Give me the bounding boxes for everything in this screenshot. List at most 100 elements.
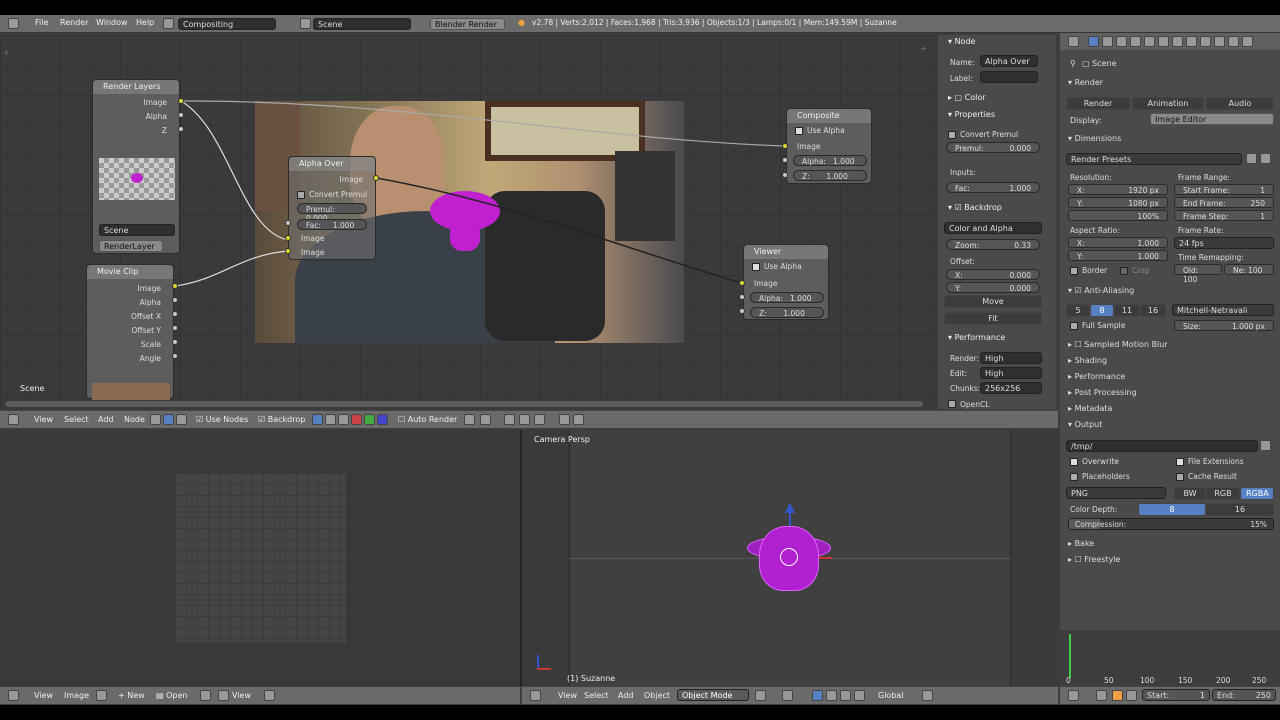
shading-section-header[interactable]: ▸ Shading xyxy=(1068,356,1107,365)
socket-mc-angle[interactable] xyxy=(172,353,178,359)
edit-quality-dropdown[interactable]: High xyxy=(980,367,1042,379)
socket-ao-output[interactable] xyxy=(373,175,379,181)
copy-icon[interactable] xyxy=(504,414,515,425)
node-viewer-header[interactable]: Viewer xyxy=(744,245,828,259)
file-browse-icon[interactable] xyxy=(1260,440,1271,451)
socket-rl-z[interactable] xyxy=(178,126,184,132)
render-layers-scene-field[interactable]: Scene xyxy=(99,224,175,236)
display-dropdown[interactable]: Image Editor xyxy=(1150,113,1274,125)
post-processing-section-header[interactable]: ▸ Post Processing xyxy=(1068,388,1137,397)
node-alpha-over-header[interactable]: Alpha Over xyxy=(289,157,375,171)
output-section-header[interactable]: ▾ Output xyxy=(1068,420,1102,429)
offset-x-field[interactable]: X: 0.000 xyxy=(946,269,1040,280)
bw-button[interactable]: BW xyxy=(1174,487,1206,500)
channel-r-icon[interactable] xyxy=(351,414,362,425)
socket-mc-image[interactable] xyxy=(172,283,178,289)
sidebar-backdrop-header[interactable]: ▾ ☑ Backdrop xyxy=(948,203,1002,212)
manipulator-icon[interactable] xyxy=(812,690,823,701)
viewer-use-alpha-checkbox[interactable] xyxy=(752,263,760,271)
rotate-icon[interactable] xyxy=(840,690,851,701)
zoom-field[interactable]: Zoom: 0.33 xyxy=(946,239,1040,250)
composite-alpha-field[interactable]: Alpha: 1.000 xyxy=(793,155,867,166)
remove-preset-icon[interactable] xyxy=(1260,153,1271,164)
snap-element-icon[interactable] xyxy=(480,414,491,425)
shader-nodes-icon[interactable] xyxy=(150,414,161,425)
aa-filter-dropdown[interactable]: Mitchell-Netravali xyxy=(1172,304,1274,316)
node-label-field[interactable] xyxy=(980,71,1038,83)
freestyle-section-header[interactable]: ▸ ☐ Freestyle xyxy=(1068,555,1120,564)
node-movie-clip-header[interactable]: Movie Clip xyxy=(87,265,173,279)
texture-icon[interactable] xyxy=(1214,36,1225,47)
socket-rl-image[interactable] xyxy=(178,98,184,104)
socket-viewer-image[interactable] xyxy=(739,280,745,286)
backdrop-checkbox[interactable]: ☑ Backdrop xyxy=(258,415,305,424)
compositing-nodes-icon[interactable] xyxy=(163,414,174,425)
channel-b-icon[interactable] xyxy=(377,414,388,425)
menu-view[interactable]: View xyxy=(558,691,577,700)
render-layer-dropdown[interactable]: RenderLayer xyxy=(99,240,163,252)
audio-button[interactable]: Audio xyxy=(1206,97,1274,110)
end-frame-field[interactable]: End Frame: 250 xyxy=(1174,197,1274,208)
metadata-section-header[interactable]: ▸ Metadata xyxy=(1068,404,1112,413)
channel-g-icon[interactable] xyxy=(364,414,375,425)
menu-add[interactable]: Add xyxy=(98,415,114,424)
move-button[interactable]: Move xyxy=(944,295,1042,308)
socket-composite-alpha[interactable] xyxy=(782,157,788,163)
motion-blur-section-header[interactable]: ▸ ☐ Sampled Motion Blur xyxy=(1068,340,1168,349)
world-icon[interactable] xyxy=(1130,36,1141,47)
auto-render-checkbox[interactable]: ☐ Auto Render xyxy=(398,415,457,424)
new-image-button[interactable]: + New xyxy=(118,691,145,700)
socket-mc-offset-x[interactable] xyxy=(172,311,178,317)
scene-context-icon[interactable] xyxy=(1116,36,1127,47)
fac-slider[interactable]: Fac: 1.000 xyxy=(297,219,367,230)
depth-8-button[interactable]: 8 xyxy=(1138,503,1206,516)
convert-premul-checkbox[interactable] xyxy=(297,191,305,199)
frame-step-field[interactable]: Frame Step: 1 xyxy=(1174,210,1274,221)
socket-composite-z[interactable] xyxy=(782,172,788,178)
performance-section-header[interactable]: ▸ Performance xyxy=(1068,372,1125,381)
socket-ao-fac[interactable] xyxy=(285,220,291,226)
start-frame-field[interactable]: Start Frame: 1 xyxy=(1174,184,1274,195)
render-context-icon[interactable] xyxy=(1088,36,1099,47)
sidebar-node-header[interactable]: ▾ Node xyxy=(948,37,975,46)
aa-11-button[interactable]: 11 xyxy=(1114,304,1140,317)
parent-icon[interactable] xyxy=(534,414,545,425)
res-x-field[interactable]: X: 1920 px xyxy=(1068,184,1168,195)
menu-select[interactable]: Select xyxy=(64,415,89,424)
go-parent-icon[interactable] xyxy=(573,414,584,425)
render-quality-dropdown[interactable]: High xyxy=(980,352,1042,364)
opencl-checkbox[interactable] xyxy=(948,400,956,408)
timeline[interactable]: 0 50 100 150 200 250 xyxy=(1060,630,1280,686)
sidebar-premul-field[interactable]: Premul: 0.000 xyxy=(946,142,1040,153)
output-path-field[interactable]: /tmp/ xyxy=(1066,440,1258,452)
sidebar-convert-premul-checkbox[interactable] xyxy=(948,131,956,139)
render-presets-dropdown[interactable]: Render Presets xyxy=(1066,153,1242,165)
bake-section-header[interactable]: ▸ Bake xyxy=(1068,539,1094,548)
aspect-y-field[interactable]: Y: 1.000 xyxy=(1068,250,1168,261)
render-section-header[interactable]: ▾ Render xyxy=(1068,78,1103,87)
channel-alpha-icon[interactable] xyxy=(325,414,336,425)
backdrop-mode-dropdown[interactable]: Color and Alpha xyxy=(944,222,1042,234)
render-button[interactable]: Render xyxy=(1066,97,1130,110)
node-render-layers[interactable]: Render Layers Image Alpha Z Scene Render… xyxy=(92,79,180,254)
scale-icon[interactable] xyxy=(854,690,865,701)
paste-icon[interactable] xyxy=(519,414,530,425)
node-editor-scrollbar[interactable] xyxy=(5,401,923,407)
sidebar-properties-header[interactable]: ▾ Properties xyxy=(948,110,995,119)
physics-icon[interactable] xyxy=(1242,36,1253,47)
socket-composite-image[interactable] xyxy=(782,143,788,149)
rgba-button[interactable]: RGBA xyxy=(1240,487,1274,500)
shading-mode-icon[interactable] xyxy=(755,690,766,701)
socket-mc-alpha[interactable] xyxy=(172,297,178,303)
node-composite[interactable]: Composite Use Alpha Image Alpha: 1.000 Z… xyxy=(786,108,872,184)
particles-icon[interactable] xyxy=(1228,36,1239,47)
pin-image-icon[interactable] xyxy=(200,690,211,701)
sidebar-performance-header[interactable]: ▾ Performance xyxy=(948,333,1005,342)
border-checkbox[interactable] xyxy=(1070,267,1078,275)
offset-y-field[interactable]: Y: 0.000 xyxy=(946,282,1040,293)
res-y-field[interactable]: Y: 1080 px xyxy=(1068,197,1168,208)
premul-slider[interactable]: Premul: 0.000 xyxy=(297,203,367,223)
3d-viewport[interactable]: Camera Persp (1) Suzanne xyxy=(522,430,1058,686)
aa-8-button[interactable]: 8 xyxy=(1090,304,1114,317)
view-mode-icon[interactable] xyxy=(218,690,229,701)
